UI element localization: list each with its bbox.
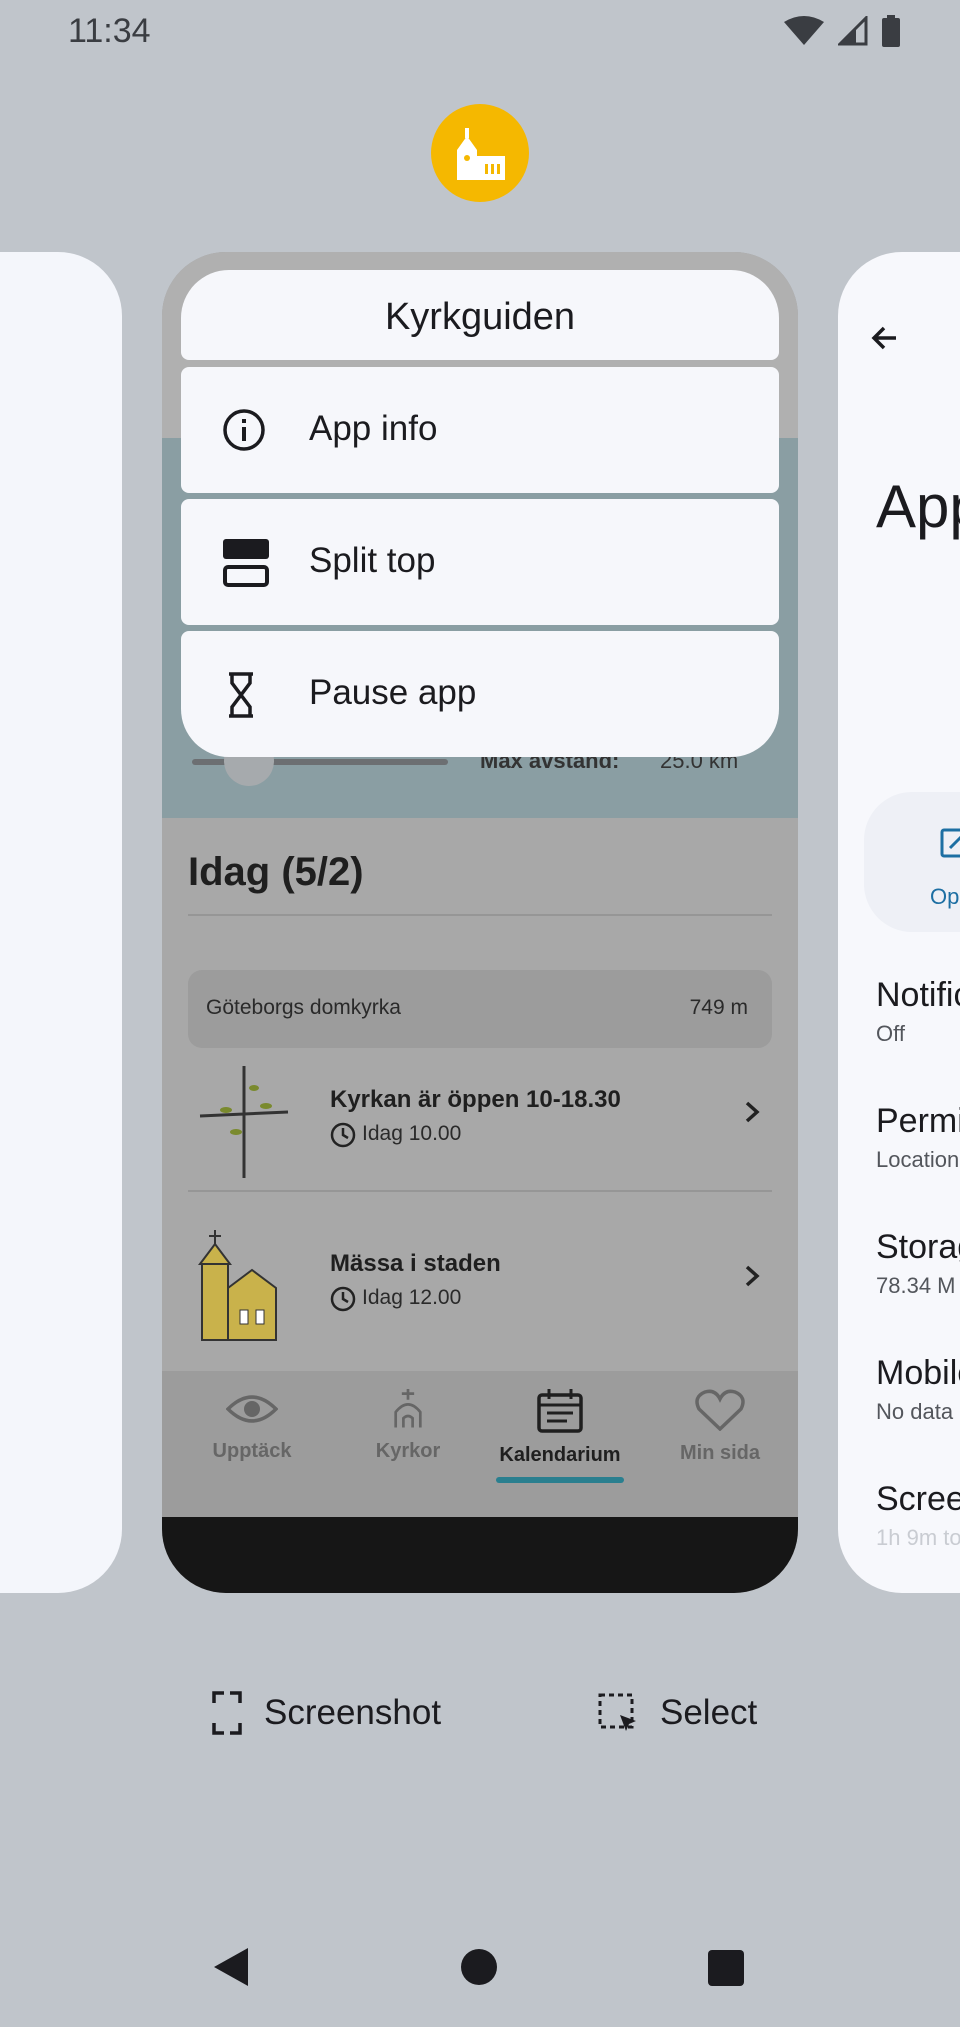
preview-gesture-area [162, 1517, 798, 1593]
wifi-icon [784, 16, 824, 45]
app-info-title: App [876, 473, 960, 540]
chevron-right-icon [745, 1101, 760, 1123]
church-icon [198, 1230, 277, 1341]
permissions-row[interactable]: Permi Location [876, 1102, 960, 1173]
calendar-content: Idag (5/2) Göteborgs domkyrka 749 m Kyrk… [162, 818, 798, 1371]
nav-back-icon[interactable] [212, 1946, 250, 1988]
calendar-icon [537, 1389, 583, 1433]
hourglass-icon [229, 672, 253, 718]
cell-signal-icon [838, 16, 868, 46]
battery-icon [882, 15, 900, 47]
back-arrow-icon[interactable] [866, 320, 902, 356]
storage-row[interactable]: Storag78.34 M [876, 1228, 960, 1299]
open-button[interactable]: Op [864, 792, 960, 932]
eye-icon [225, 1395, 279, 1423]
church-app-icon [457, 128, 505, 180]
event-time: Idag 10.00 [362, 1122, 462, 1145]
menu-item-label: Split top [309, 541, 436, 580]
app-icon[interactable] [431, 104, 529, 202]
select-label: Select [660, 1693, 758, 1732]
menu-item-app-info[interactable]: App info [181, 367, 779, 493]
bottom-navigation: Upptäck Kyrkor Kalendarium Min sida [162, 1371, 798, 1517]
menu-item-split-top[interactable]: Split top [181, 499, 779, 625]
location-name: Göteborgs domkyrka [206, 996, 401, 1019]
screen-time-row[interactable]: Screen1h 9m to [876, 1480, 960, 1551]
popup-app-name: Kyrkguiden [384, 296, 576, 338]
church-nav-icon [394, 1389, 422, 1428]
nav-recents-button[interactable] [708, 1950, 744, 1986]
divider [188, 914, 772, 916]
clock-icon [330, 1122, 356, 1148]
nav-home-button[interactable] [461, 1949, 497, 1985]
open-icon [940, 828, 960, 858]
select-button[interactable]: Select [598, 1690, 757, 1736]
chevron-right-icon [745, 1265, 760, 1287]
mobile-data-row[interactable]: MobileNo data [876, 1354, 960, 1425]
status-time: 11:34 [68, 12, 151, 50]
divider [188, 1190, 772, 1192]
date-heading: Idag (5/2) [188, 850, 364, 894]
info-icon [223, 409, 265, 451]
nav-kalendarium[interactable]: Kalendarium [490, 1389, 630, 1467]
split-screen-icon [223, 539, 269, 587]
location-distance: 749 m [689, 996, 748, 1019]
open-label: Op [930, 884, 960, 909]
nav-upptack[interactable]: Upptäck [182, 1389, 322, 1463]
nav-kyrkor[interactable]: Kyrkor [338, 1389, 478, 1463]
location-header: Göteborgs domkyrka 749 m [188, 970, 772, 1048]
cross-branch-icon [199, 1066, 289, 1178]
recent-app-card-left[interactable] [0, 252, 122, 1593]
event-title: Mässa i staden [330, 1250, 501, 1277]
event-row[interactable]: Mässa i staden Idag 12.00 [188, 1214, 772, 1354]
clock-icon [330, 1286, 356, 1312]
notifications-row[interactable]: NotificOff [876, 976, 960, 1047]
nav-min-sida[interactable]: Min sida [650, 1389, 790, 1465]
heart-icon [695, 1389, 745, 1432]
screenshot-label: Screenshot [264, 1693, 442, 1732]
screenshot-button[interactable]: Screenshot [212, 1690, 441, 1736]
menu-item-label: Pause app [309, 673, 477, 712]
event-time: Idag 12.00 [362, 1286, 462, 1309]
popup-header: Kyrkguiden [181, 270, 779, 360]
screenshot-icon [212, 1691, 242, 1735]
event-row[interactable]: Kyrkan är öppen 10-18.30 Idag 10.00 [188, 1050, 772, 1190]
recent-app-card-right[interactable]: App Op NotificOff PermiLocation Storag78… [838, 252, 960, 1593]
event-title: Kyrkan är öppen 10-18.30 [330, 1086, 621, 1113]
select-icon [598, 1693, 636, 1731]
status-icons [784, 14, 900, 48]
active-tab-indicator [496, 1477, 624, 1483]
menu-item-label: App info [309, 409, 438, 448]
menu-item-pause-app[interactable]: Pause app [181, 631, 779, 757]
